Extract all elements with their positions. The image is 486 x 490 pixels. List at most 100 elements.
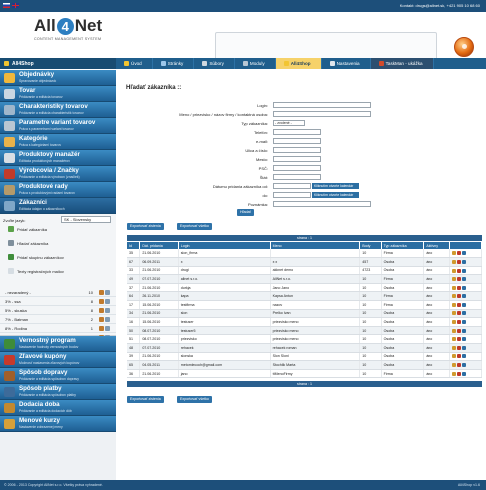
group-row[interactable]: 3% - ssa 8 — [0, 297, 116, 306]
sidebar-item-bottom_items-5[interactable]: Menové kurzy Nastavenie zobrazenej meny — [0, 416, 116, 432]
table-row[interactable]: 50 08.07.2010 testuser5 priezvisko meno 10 Os… — [127, 326, 483, 336]
column-header[interactable]: Login — [178, 242, 271, 249]
detail-icon[interactable] — [461, 259, 466, 264]
table-row[interactable]: 16 15.06.2010 testuser priezvisko meno 10 Oso… — [127, 317, 483, 327]
table-row[interactable]: 64 26.11.2010 kapa Kapsa Antun 10 Firma áno — [127, 291, 483, 302]
type-select[interactable]: - zvolené - — [273, 120, 305, 126]
delete-icon[interactable] — [456, 285, 461, 290]
customer-link-3[interactable]: Texty registračných mailov — [8, 268, 64, 274]
sidebar-item-bottom_items-0[interactable]: Vernostný program Nastavenie hodnoty vern… — [0, 336, 116, 352]
export-found-button-bottom[interactable]: Exportovať zistenia — [127, 396, 164, 403]
nav-item-4[interactable]: All4Shop — [275, 58, 322, 69]
group-row[interactable]: - nezaradený - 10 — [0, 288, 116, 297]
edit-icon[interactable] — [99, 326, 104, 331]
edit-icon[interactable] — [451, 363, 456, 368]
edit-icon[interactable] — [451, 311, 456, 316]
nav-brand[interactable]: All4Shop — [0, 58, 116, 69]
delete-icon[interactable] — [456, 371, 461, 376]
table-row[interactable]: 37 21.06.2010 durkja Jano Jano 10 Osoba áno — [127, 283, 483, 293]
city-input[interactable] — [273, 156, 321, 162]
slovak-flag-icon[interactable] — [3, 3, 10, 8]
detail-icon[interactable] — [461, 277, 466, 282]
table-row[interactable]: 65 04.05.2011 metomlecoch@gmail.com Stochli… — [127, 360, 483, 370]
export-found-button[interactable]: Exportovať zistenia — [127, 223, 164, 230]
detail-icon[interactable] — [461, 363, 466, 368]
list-icon[interactable] — [105, 326, 110, 331]
sidebar-item-items-6[interactable]: Výrobcovia / Značky Pridávanie a editácia… — [0, 166, 116, 182]
pager-top[interactable]: strana : 1 — [127, 235, 482, 241]
delete-icon[interactable] — [456, 277, 461, 282]
sidebar-item-items-0[interactable]: Objednávky Spravovanie objednávok — [0, 70, 116, 86]
group-row[interactable]: 7% - Batman 2 — [0, 315, 116, 324]
table-row[interactable]: 35 21.06.2010 slon_firma 10 Firma áno — [127, 249, 483, 259]
delete-icon[interactable] — [456, 354, 461, 359]
date-to-calendar-button[interactable]: Kliknutím otvorte kalendár — [312, 192, 359, 198]
delete-icon[interactable] — [456, 328, 461, 333]
column-header[interactable]: Body — [359, 242, 382, 249]
edit-icon[interactable] — [451, 277, 456, 282]
detail-icon[interactable] — [461, 294, 466, 299]
customer-link-2[interactable]: Pridať skupinu zákazníkov — [8, 254, 64, 260]
edit-icon[interactable] — [99, 290, 104, 295]
edit-icon[interactable] — [451, 251, 456, 256]
list-icon[interactable] — [105, 317, 110, 322]
sidebar-item-items-8[interactable]: Zákazníci Editácia údajov o zákazníkoch — [0, 198, 116, 214]
edit-icon[interactable] — [451, 371, 456, 376]
delete-icon[interactable] — [456, 311, 461, 316]
language-select[interactable]: SK - Slovensky — [61, 216, 111, 223]
app-logo-icon[interactable] — [454, 37, 474, 57]
list-icon[interactable] — [105, 290, 110, 295]
detail-icon[interactable] — [461, 311, 466, 316]
email-input[interactable] — [273, 138, 321, 144]
date-to-input[interactable] — [273, 192, 311, 198]
detail-icon[interactable] — [461, 268, 466, 273]
table-row[interactable]: 33 21.06.2010 drugi akknet demo 4723 Osoba áno — [127, 266, 483, 276]
edit-icon[interactable] — [451, 294, 456, 299]
date-from-input[interactable] — [273, 183, 311, 189]
delete-icon[interactable] — [456, 268, 461, 273]
sidebar-item-items-3[interactable]: Parametre variant tovarov Práca s paramet… — [0, 118, 116, 134]
edit-icon[interactable] — [451, 268, 456, 273]
detail-icon[interactable] — [461, 371, 466, 376]
table-row[interactable]: 36 21.06.2010 jano ttMenoFirmy 10 Firma áno — [127, 369, 483, 379]
nav-item-3[interactable]: Moduly — [235, 58, 276, 69]
sidebar-item-bottom_items-4[interactable]: Dodacia doba Pridávanie a editácia dodací… — [0, 400, 116, 416]
sidebar-item-items-5[interactable]: Produktový manažér Editácia produktových … — [0, 150, 116, 166]
column-header[interactable]: Meno — [270, 242, 361, 249]
name-input[interactable] — [273, 111, 371, 117]
table-row[interactable]: 51 08.07.2010 priezvisko priezvisko meno 10 O… — [127, 334, 483, 345]
note-input[interactable] — [273, 201, 371, 207]
detail-icon[interactable] — [461, 302, 466, 307]
column-header[interactable]: Typ zákazníka — [381, 242, 425, 249]
edit-icon[interactable] — [451, 328, 456, 333]
column-header[interactable]: Dát. pridania — [139, 242, 179, 249]
detail-icon[interactable] — [461, 285, 466, 290]
edit-icon[interactable] — [451, 320, 456, 325]
list-icon[interactable] — [105, 308, 110, 313]
sidebar-item-bottom_items-3[interactable]: Spôsob platby Pridávanie a editácia spôso… — [0, 384, 116, 400]
table-row[interactable]: 17 15.06.2010 testfirma nazov 10 Firma áno — [127, 300, 483, 310]
delete-icon[interactable] — [456, 363, 461, 368]
delete-icon[interactable] — [456, 294, 461, 299]
delete-icon[interactable] — [456, 320, 461, 325]
table-row[interactable]: 39 21.06.2010 slonska Slon Sloni 10 Osoba áno — [127, 352, 483, 362]
phone-input[interactable] — [273, 129, 321, 135]
detail-icon[interactable] — [461, 251, 466, 256]
sidebar-item-bottom_items-1[interactable]: Zľavové kupóny Možnosť nastavenia zľavový… — [0, 352, 116, 368]
country-input[interactable] — [273, 174, 321, 180]
nav-item-1[interactable]: Stránky — [153, 58, 195, 69]
sidebar-item-items-2[interactable]: Charakteristiky tovarov Pridávanie a edit… — [0, 102, 116, 118]
sidebar-item-items-4[interactable]: Kategórie Práca s kategóriami tovarov — [0, 134, 116, 150]
edit-icon[interactable] — [451, 302, 456, 307]
detail-icon[interactable] — [461, 354, 466, 359]
column-header[interactable]: Id — [127, 242, 141, 249]
edit-icon[interactable] — [451, 345, 456, 350]
column-header[interactable] — [449, 242, 483, 249]
export-all-button[interactable]: Exportovať všetko — [177, 223, 212, 230]
nav-item-0[interactable]: Úvod — [116, 58, 153, 69]
detail-icon[interactable] — [461, 345, 466, 350]
delete-icon[interactable] — [456, 251, 461, 256]
sidebar-item-items-7[interactable]: Produktové rady Práca s produktovými rada… — [0, 182, 116, 198]
edit-icon[interactable] — [451, 259, 456, 264]
english-flag-icon[interactable] — [12, 3, 19, 8]
